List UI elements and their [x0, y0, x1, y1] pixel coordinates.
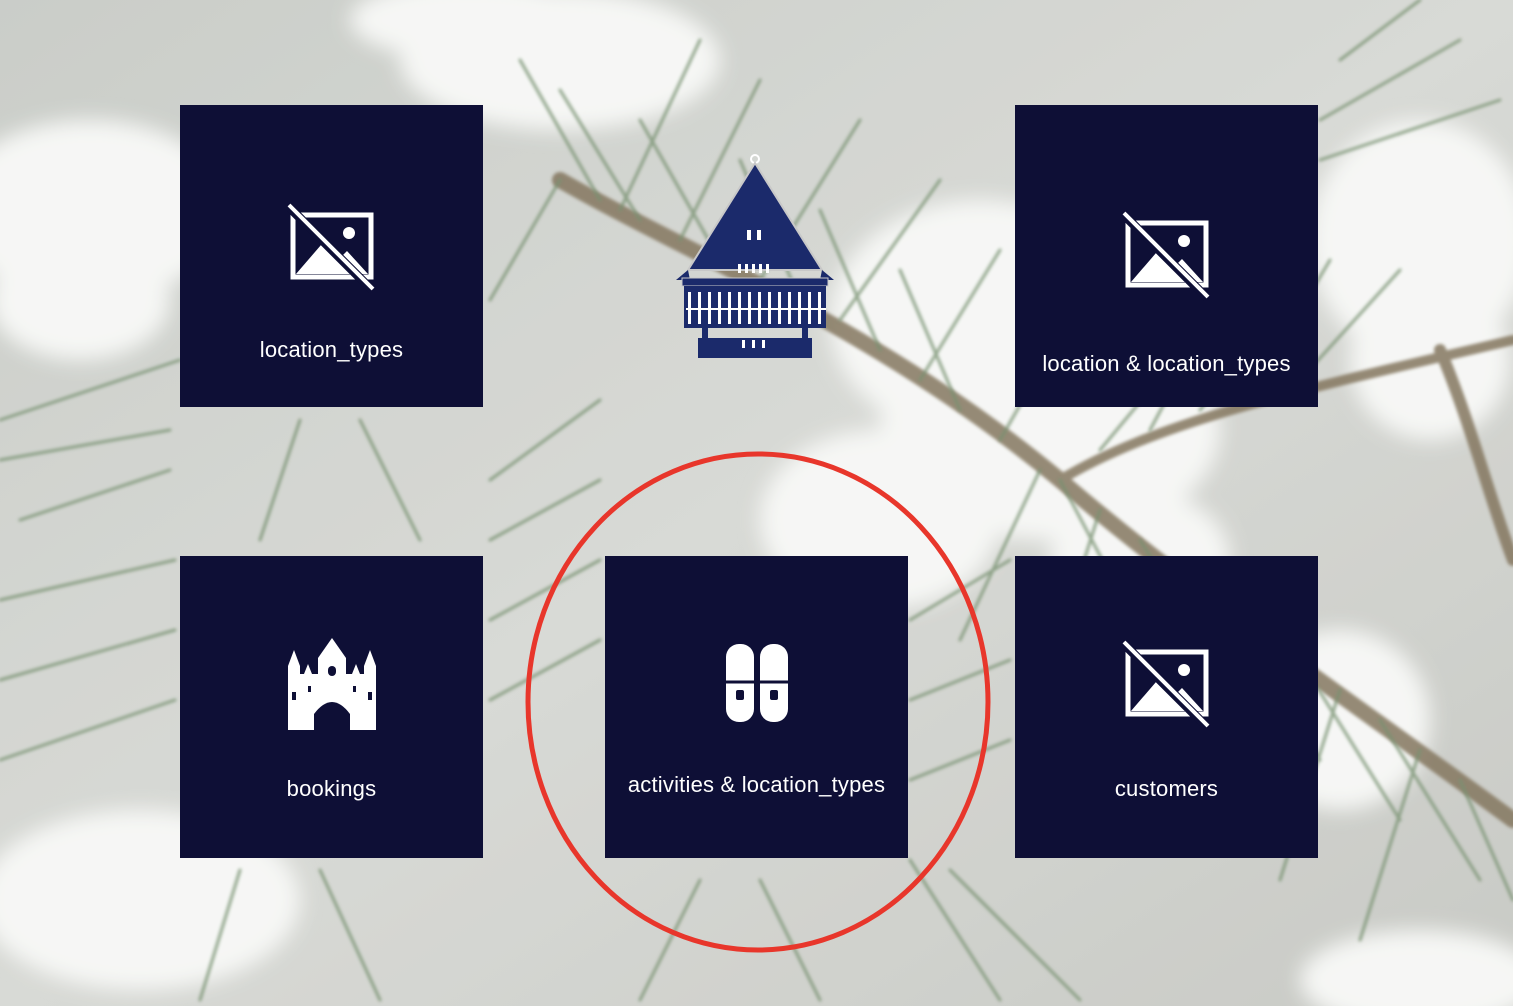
tile-activities-and-location-types[interactable]: activities & location_types	[605, 556, 908, 858]
tile-label: activities & location_types	[627, 772, 886, 797]
image-off-icon	[283, 201, 377, 298]
tile-label: customers	[1114, 776, 1219, 801]
tile-label: location & location_types	[1042, 351, 1291, 376]
wooden-house-logo	[672, 152, 838, 362]
tile-label: bookings	[286, 776, 377, 801]
image-off-icon	[1118, 638, 1212, 735]
tile-location-types[interactable]: location_types	[180, 105, 483, 407]
castle-icon	[284, 636, 380, 737]
tile-customers[interactable]: customers	[1015, 556, 1318, 858]
tile-bookings[interactable]: bookings	[180, 556, 483, 858]
tile-location-and-location-types[interactable]: location & location_types	[1015, 105, 1318, 407]
tile-label: location_types	[259, 337, 404, 362]
image-off-icon	[1118, 209, 1212, 306]
slippers-icon	[724, 642, 790, 729]
